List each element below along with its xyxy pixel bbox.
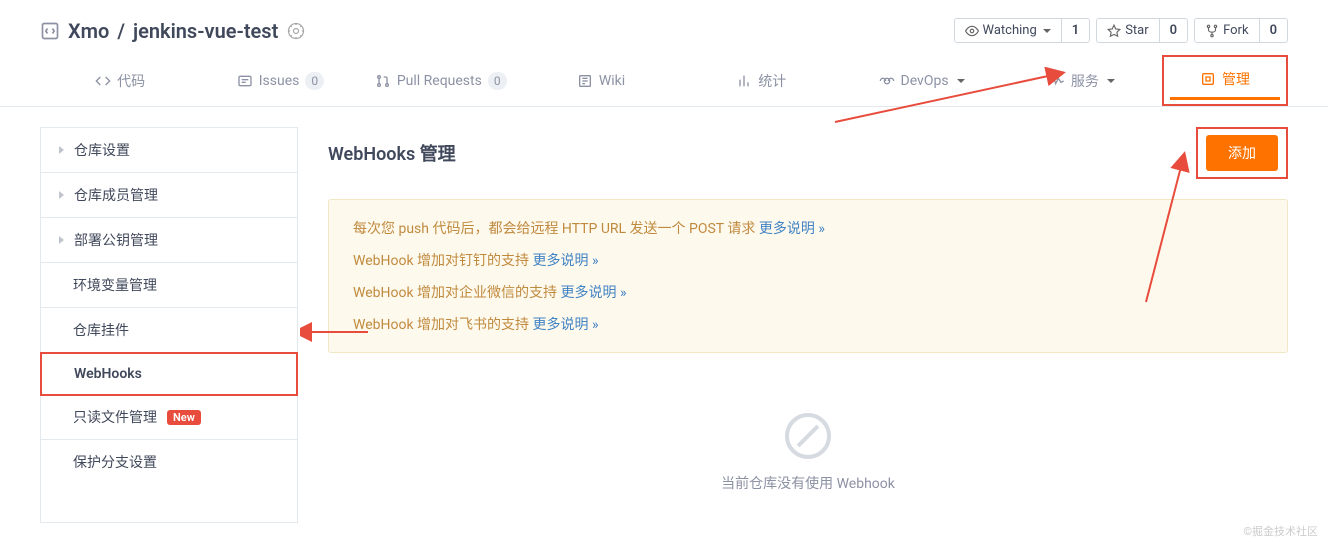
star-label: Star (1125, 23, 1148, 38)
tab-services-label: 服务 (1071, 71, 1099, 91)
info-text: WebHook 增加对飞书的支持 (353, 317, 533, 333)
info-text: WebHook 增加对钉钉的支持 (353, 253, 533, 269)
sidebar-label: 仓库挂件 (73, 320, 129, 340)
tab-devops[interactable]: DevOps (841, 55, 1001, 106)
tab-pr[interactable]: Pull Requests 0 (361, 55, 521, 106)
highlight-box-manage: 管理 (1162, 55, 1288, 106)
sidebar-label: 保护分支设置 (73, 452, 157, 472)
watch-label: Watching (983, 23, 1037, 38)
fork-icon (1205, 24, 1219, 38)
pr-icon (375, 73, 391, 89)
sidebar-label: 部署公钥管理 (74, 230, 158, 250)
devops-icon (879, 73, 895, 89)
sidebar-label: 环境变量管理 (73, 275, 157, 295)
tab-wiki[interactable]: Wiki (521, 55, 681, 106)
wiki-icon (577, 73, 593, 89)
sidebar-label: 仓库成员管理 (74, 185, 158, 205)
fork-group: Fork 0 (1194, 18, 1288, 43)
watch-group: Watching 1 (954, 18, 1091, 43)
manage-icon (1200, 71, 1216, 87)
info-link[interactable]: 更多说明 » (533, 317, 599, 333)
info-line: 每次您 push 代码后，都会给远程 HTTP URL 发送一个 POST 请求… (353, 218, 1263, 238)
info-text: 每次您 push 代码后，都会给远程 HTTP URL 发送一个 POST 请求 (353, 221, 759, 237)
tab-code[interactable]: 代码 (40, 55, 200, 106)
star-icon (1107, 24, 1121, 38)
tab-stats-label: 统计 (758, 71, 786, 91)
caret-down-icon (957, 79, 965, 83)
issues-icon (237, 73, 253, 89)
chevron-right-icon (59, 146, 64, 154)
star-group: Star 0 (1096, 18, 1188, 43)
info-text: WebHook 增加对企业微信的支持 (353, 285, 561, 301)
fork-count[interactable]: 0 (1259, 19, 1287, 42)
info-line: WebHook 增加对钉钉的支持 更多说明 » (353, 250, 1263, 270)
tab-devops-label: DevOps (901, 73, 949, 89)
services-icon (1049, 73, 1065, 89)
sidebar-item-plugins[interactable]: 仓库挂件 (41, 308, 297, 353)
empty-text: 当前仓库没有使用 Webhook (328, 473, 1288, 493)
pr-count: 0 (488, 72, 507, 90)
repo-actions: Watching 1 Star 0 Fork 0 (954, 18, 1289, 43)
caret-down-icon (1043, 29, 1051, 33)
info-line: WebHook 增加对企业微信的支持 更多说明 » (353, 282, 1263, 302)
eye-icon (965, 24, 979, 38)
chevron-right-icon (59, 191, 64, 199)
sidebar-label: 仓库设置 (74, 140, 130, 160)
info-box: 每次您 push 代码后，都会给远程 HTTP URL 发送一个 POST 请求… (328, 199, 1288, 353)
tab-issues[interactable]: Issues 0 (200, 55, 360, 106)
fork-label: Fork (1223, 23, 1248, 38)
sidebar: 仓库设置 仓库成员管理 部署公钥管理 环境变量管理 仓库挂件 WebHooks … (40, 127, 298, 523)
highlight-box-add: 添加 (1196, 127, 1288, 179)
issues-count: 0 (305, 72, 324, 90)
sidebar-item-settings[interactable]: 仓库设置 (41, 128, 297, 173)
sidebar-item-webhooks[interactable]: WebHooks (40, 352, 298, 396)
fork-button[interactable]: Fork (1195, 19, 1258, 42)
watch-count[interactable]: 1 (1061, 19, 1089, 42)
code-icon (95, 73, 111, 89)
sidebar-item-members[interactable]: 仓库成员管理 (41, 173, 297, 218)
nav-tabs: 代码 Issues 0 Pull Requests 0 Wiki 统计 DevO… (0, 55, 1328, 107)
sidebar-label: WebHooks (74, 366, 142, 382)
empty-state: 当前仓库没有使用 Webhook (328, 383, 1288, 523)
tab-wiki-label: Wiki (599, 73, 625, 89)
sidebar-label: 只读文件管理 (73, 407, 157, 427)
tab-code-label: 代码 (117, 71, 145, 91)
watermark: ©掘金技术社区 (1243, 523, 1318, 539)
watch-button[interactable]: Watching (955, 19, 1061, 42)
info-line: WebHook 增加对飞书的支持 更多说明 » (353, 314, 1263, 334)
repo-name[interactable]: jenkins-vue-test (133, 19, 278, 43)
add-button[interactable]: 添加 (1206, 135, 1278, 171)
repo-owner[interactable]: Xmo (68, 19, 109, 43)
code-icon (40, 21, 60, 41)
sidebar-item-deploy[interactable]: 部署公钥管理 (41, 218, 297, 263)
sidebar-item-branch[interactable]: 保护分支设置 (41, 440, 297, 484)
page-title: WebHooks 管理 (328, 140, 456, 166)
star-button[interactable]: Star (1097, 19, 1158, 42)
badge-icon (286, 21, 306, 41)
tab-pr-label: Pull Requests (397, 73, 482, 89)
chevron-right-icon (59, 236, 64, 244)
repo-title: Xmo / jenkins-vue-test (40, 19, 306, 43)
repo-sep: / (117, 19, 125, 43)
stats-icon (736, 73, 752, 89)
caret-down-icon (1107, 79, 1115, 83)
tab-manage-label: 管理 (1222, 69, 1250, 89)
new-badge: New (167, 410, 201, 425)
tab-services[interactable]: 服务 (1002, 55, 1162, 106)
info-link[interactable]: 更多说明 » (759, 221, 825, 237)
info-link[interactable]: 更多说明 » (533, 253, 599, 269)
star-count[interactable]: 0 (1159, 19, 1187, 42)
main-content: WebHooks 管理 添加 每次您 push 代码后，都会给远程 HTTP U… (328, 127, 1288, 523)
tab-stats[interactable]: 统计 (681, 55, 841, 106)
info-link[interactable]: 更多说明 » (561, 285, 627, 301)
empty-icon (785, 413, 831, 459)
sidebar-item-env[interactable]: 环境变量管理 (41, 263, 297, 308)
tab-issues-label: Issues (259, 73, 300, 89)
tab-manage[interactable]: 管理 (1170, 61, 1280, 100)
sidebar-item-readonly[interactable]: 只读文件管理 New (41, 395, 297, 440)
